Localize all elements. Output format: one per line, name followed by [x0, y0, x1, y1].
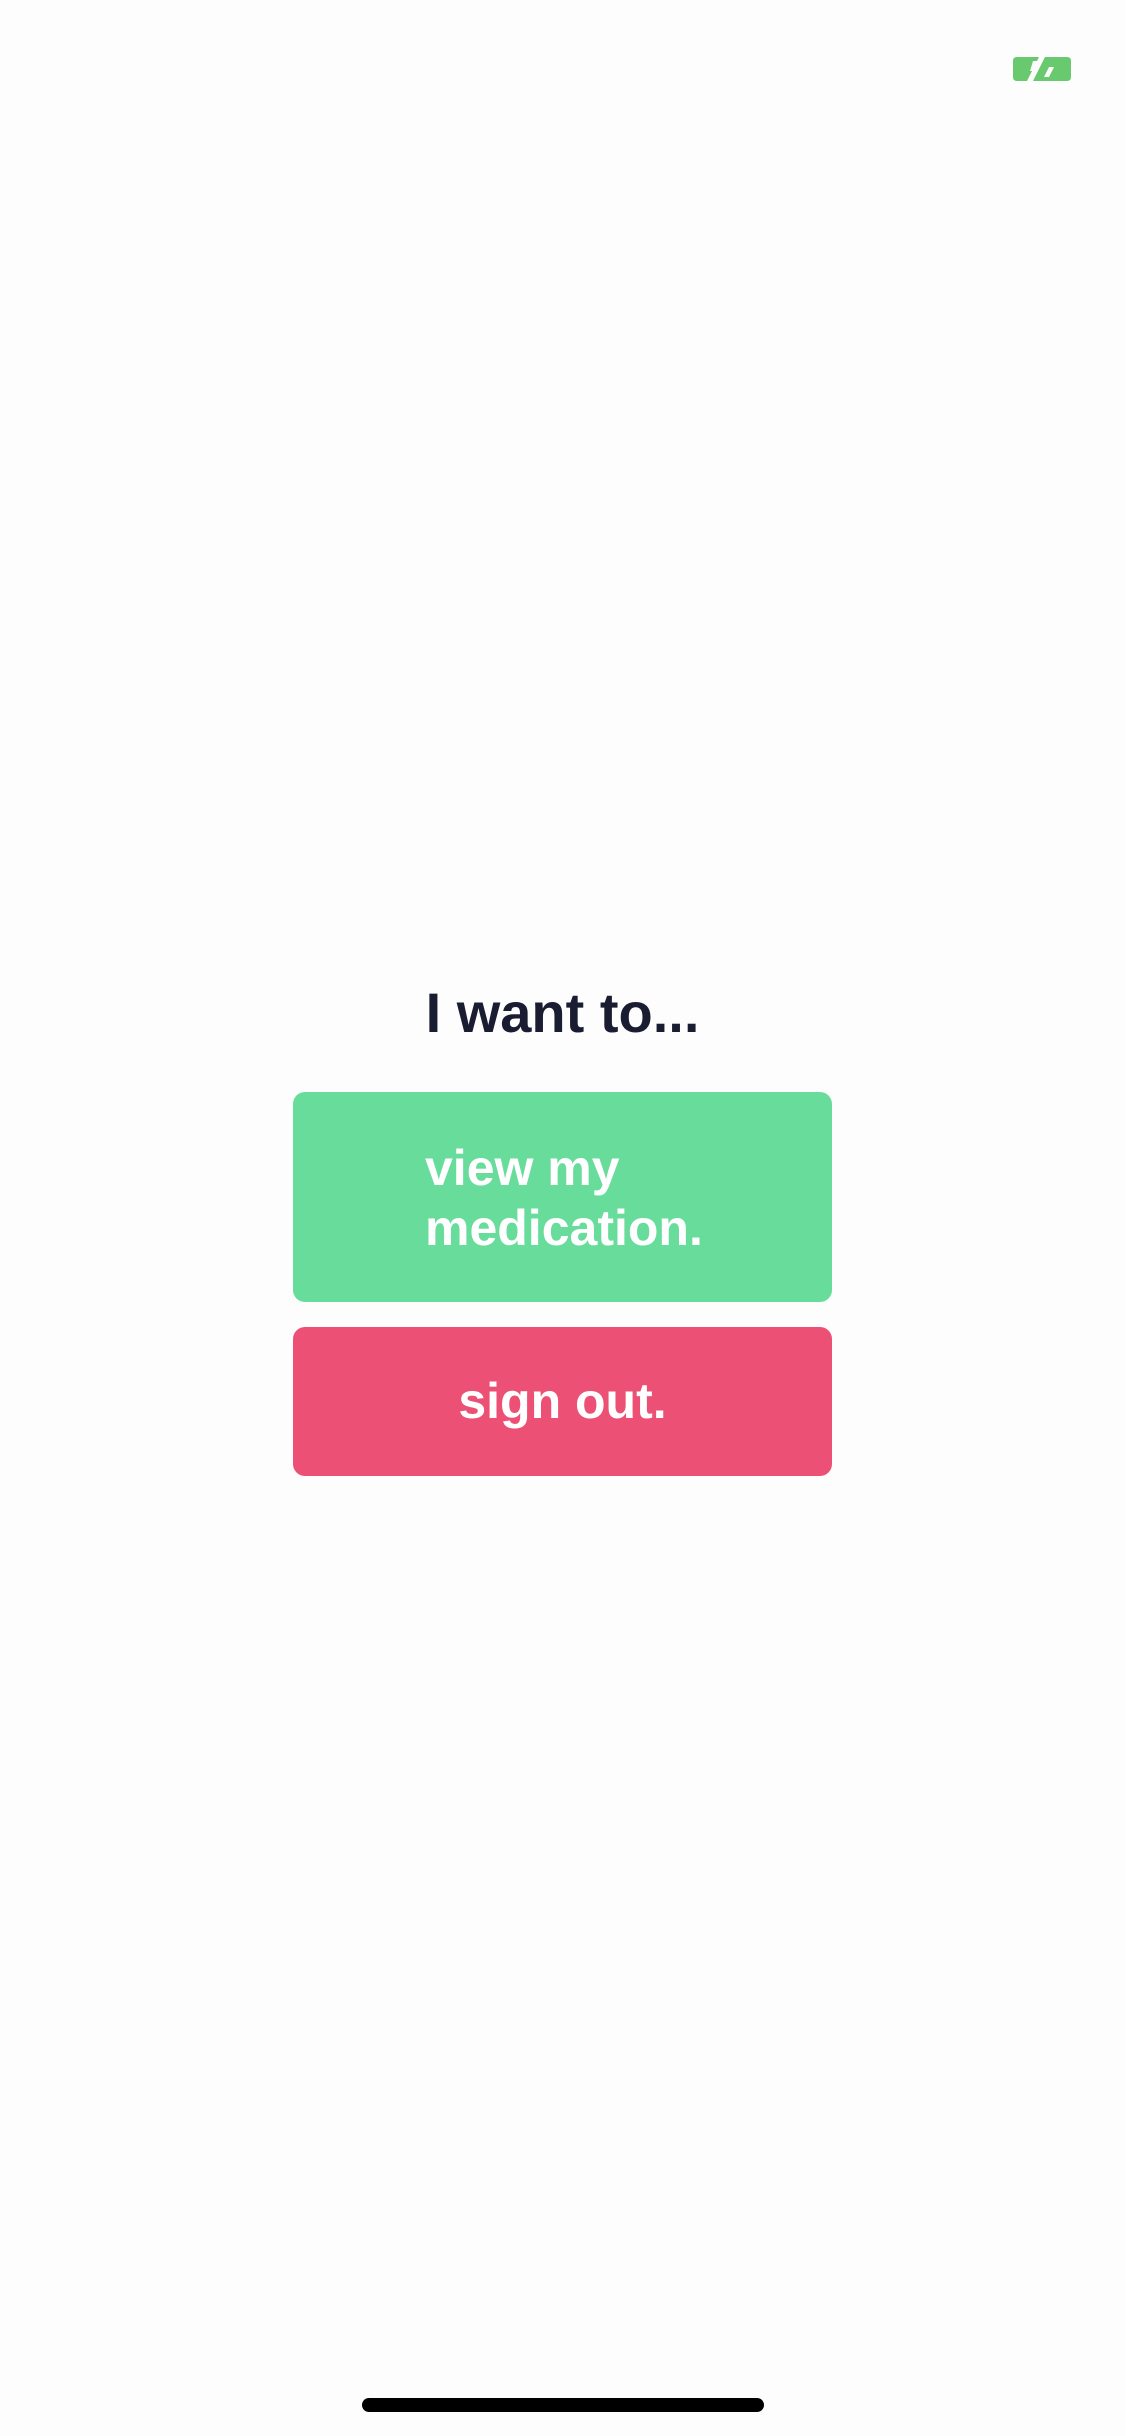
page-title: I want to...	[425, 981, 700, 1044]
view-medication-label: view my medication.	[425, 1140, 703, 1256]
battery-charging-icon	[1013, 57, 1071, 81]
sign-out-label: sign out.	[458, 1373, 667, 1429]
home-indicator[interactable]	[362, 2398, 764, 2412]
view-medication-button[interactable]: view my medication.	[293, 1092, 832, 1302]
sign-out-button[interactable]: sign out.	[293, 1327, 832, 1476]
